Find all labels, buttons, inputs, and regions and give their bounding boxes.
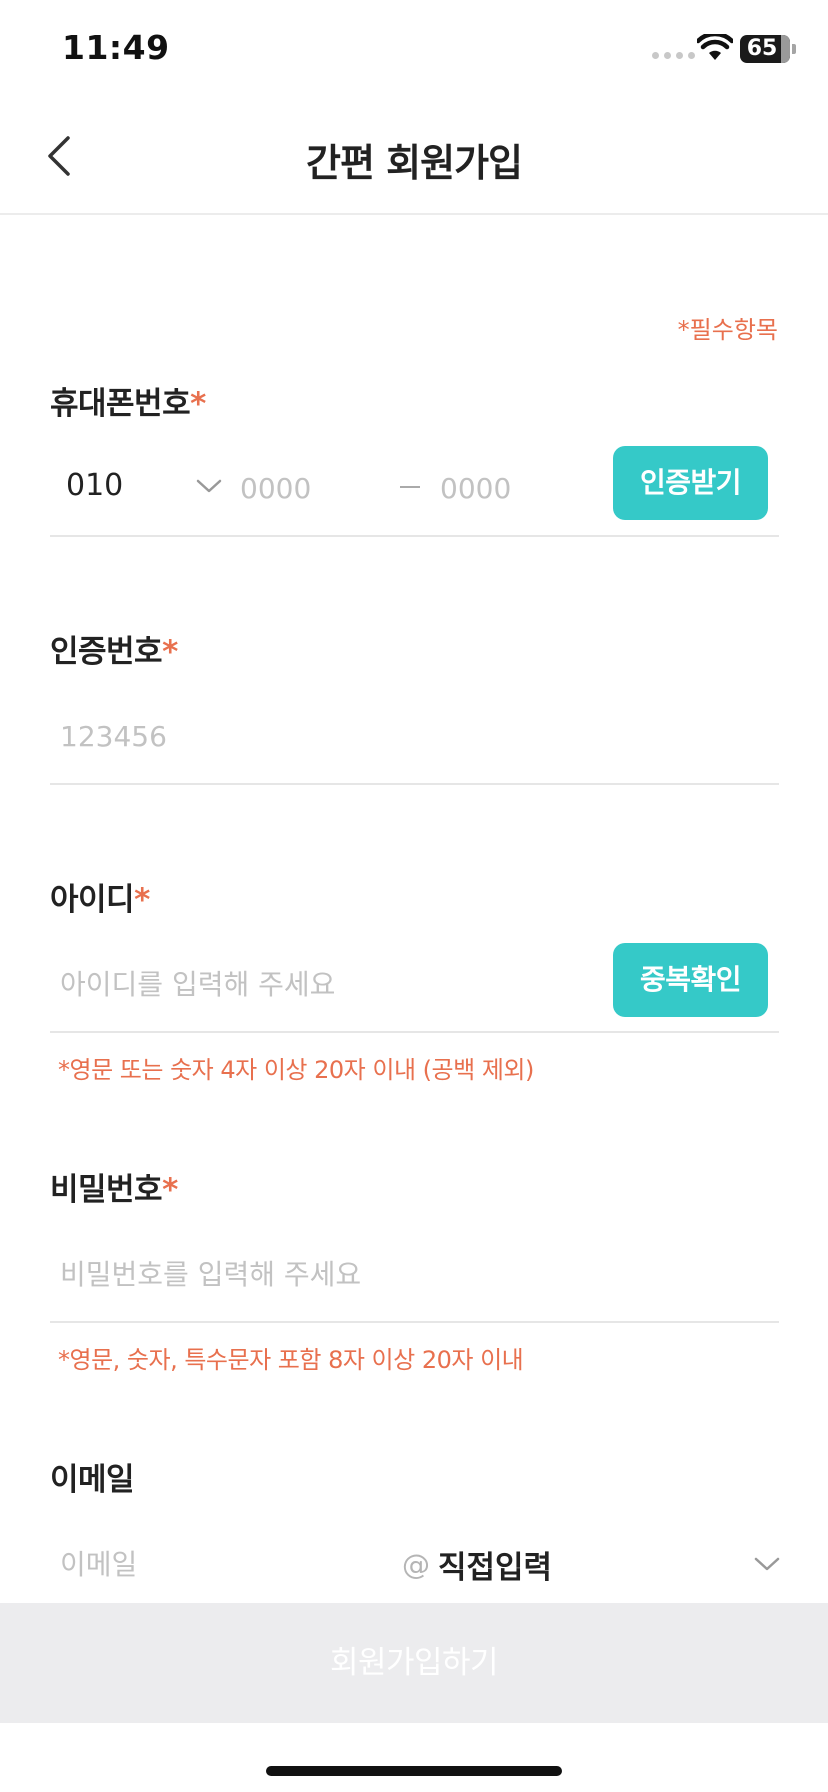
battery-level: 65 bbox=[746, 36, 778, 61]
verification-label-text: 인증번호 bbox=[50, 634, 163, 670]
password-label: 비밀번호* bbox=[50, 1164, 178, 1209]
phone-last-input[interactable] bbox=[440, 466, 580, 510]
password-label-text: 비밀번호 bbox=[50, 1172, 163, 1208]
password-hint: *영문, 숫자, 특수문자 포함 8자 이상 20자 이내 bbox=[58, 1346, 524, 1374]
email-label: 이메일 bbox=[50, 1454, 135, 1499]
chevron-down-icon[interactable] bbox=[196, 478, 222, 494]
verification-code-input[interactable] bbox=[60, 714, 760, 758]
verification-underline bbox=[50, 783, 779, 785]
required-asterisk: * bbox=[134, 882, 150, 918]
check-duplicate-button[interactable]: 중복확인 bbox=[613, 943, 768, 1017]
battery-icon: 65 bbox=[740, 35, 790, 63]
email-domain-select[interactable]: 직접입력 bbox=[438, 1542, 552, 1587]
wifi-icon bbox=[697, 34, 733, 60]
email-local-input[interactable] bbox=[60, 1542, 380, 1586]
required-asterisk: * bbox=[190, 386, 206, 422]
password-underline bbox=[50, 1321, 779, 1323]
page-title: 간편 회원가입 bbox=[306, 141, 523, 185]
email-label-text: 이메일 bbox=[50, 1462, 135, 1498]
password-input[interactable] bbox=[60, 1252, 760, 1296]
user-id-label-text: 아이디 bbox=[50, 882, 135, 918]
status-time: 11:49 bbox=[62, 28, 170, 67]
signup-submit-button[interactable]: 회원가입하기 bbox=[0, 1603, 828, 1723]
phone-underline bbox=[50, 535, 779, 537]
verification-label: 인증번호* bbox=[50, 626, 178, 671]
user-id-underline bbox=[50, 1031, 779, 1033]
email-at-sign: @ bbox=[402, 1548, 430, 1581]
request-verification-button[interactable]: 인증받기 bbox=[613, 446, 768, 520]
phone-dash-separator bbox=[400, 486, 420, 488]
user-id-label: 아이디* bbox=[50, 874, 150, 919]
phone-middle-input[interactable] bbox=[240, 466, 380, 510]
phone-label-text: 휴대폰번호 bbox=[50, 386, 191, 422]
phone-label: 휴대폰번호* bbox=[50, 378, 206, 423]
phone-prefix-select[interactable]: 010 bbox=[66, 468, 123, 503]
user-id-input[interactable] bbox=[60, 962, 600, 1006]
nav-header: 간편 회원가입 bbox=[0, 100, 828, 215]
required-asterisk: * bbox=[162, 634, 178, 670]
home-indicator bbox=[266, 1766, 562, 1776]
cellular-signal-icon bbox=[652, 52, 695, 59]
chevron-down-icon[interactable] bbox=[754, 1556, 780, 1572]
required-fields-note: *필수항목 bbox=[677, 316, 778, 344]
required-asterisk: * bbox=[162, 1172, 178, 1208]
status-bar: 11:49 65 bbox=[0, 0, 828, 100]
user-id-hint: *영문 또는 숫자 4자 이상 20자 이내 (공백 제외) bbox=[58, 1056, 534, 1084]
battery-cap bbox=[792, 44, 796, 54]
